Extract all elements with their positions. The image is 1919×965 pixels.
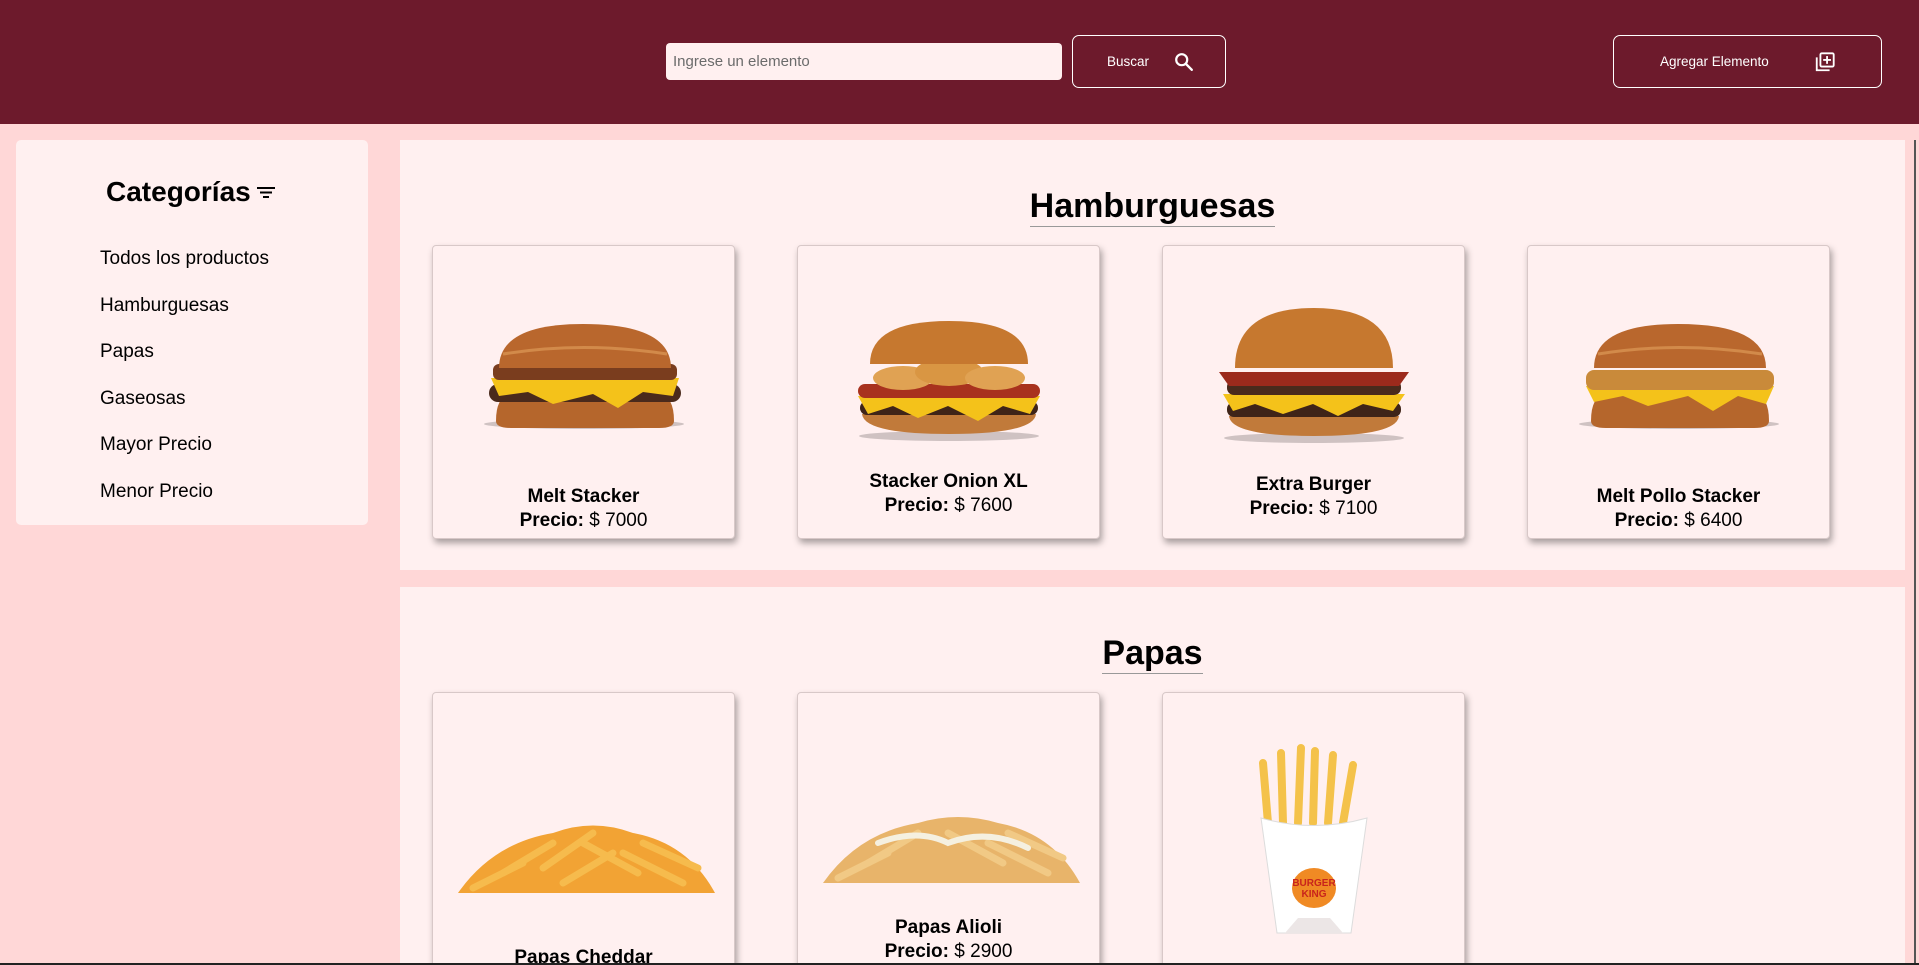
- product-card-melt-pollo-stacker[interactable]: Melt Pollo Stacker Precio: $ 6400: [1527, 245, 1830, 539]
- product-name: Melt Pollo Stacker: [1596, 486, 1761, 507]
- section-papas: Papas Papas Cheddar Papas Alioli Precio:…: [400, 587, 1905, 965]
- search-icon: [1173, 51, 1195, 73]
- product-card-extra-burger[interactable]: Extra Burger Precio: $ 7100: [1162, 245, 1465, 539]
- product-card-papas-cheddar[interactable]: Papas Cheddar: [432, 692, 735, 965]
- product-name: Melt Stacker: [527, 486, 640, 507]
- section-title-papas: Papas: [1102, 634, 1203, 674]
- categories-sidebar: Categorías Todos los productos Hamburgue…: [16, 140, 368, 525]
- product-price: Precio: $ 2900: [884, 941, 1013, 962]
- product-price: Precio: $ 7600: [884, 495, 1013, 516]
- product-card-stacker-onion-xl[interactable]: Stacker Onion XL Precio: $ 7600: [797, 245, 1100, 539]
- category-item-mayor-precio[interactable]: Mayor Precio: [100, 431, 269, 478]
- search-button[interactable]: Buscar: [1072, 35, 1226, 88]
- add-element-label: Agregar Elemento: [1660, 54, 1769, 69]
- add-element-button[interactable]: Agregar Elemento: [1613, 35, 1882, 88]
- search-button-label: Buscar: [1107, 54, 1150, 69]
- product-name: Stacker Onion XL: [869, 471, 1028, 492]
- filter-icon[interactable]: [255, 183, 277, 201]
- add-box-icon: [1814, 51, 1836, 73]
- category-list: Todos los productos Hamburguesas Papas G…: [100, 245, 269, 524]
- product-price: Precio: $ 7000: [519, 510, 648, 531]
- fries-box-image: BURGER KING: [1259, 744, 1368, 934]
- scrollbar-track[interactable]: [1914, 140, 1916, 965]
- product-card-melt-stacker[interactable]: Melt Stacker Precio: $ 7000: [432, 245, 735, 539]
- product-name: Papas Alioli: [895, 917, 1002, 938]
- category-item-all[interactable]: Todos los productos: [100, 245, 269, 292]
- product-price: Precio: $ 6400: [1614, 510, 1743, 531]
- category-item-menor-precio[interactable]: Menor Precio: [100, 478, 269, 525]
- product-card-papas-box[interactable]: BURGER KING: [1162, 692, 1465, 965]
- categories-heading: Categorías: [106, 176, 277, 208]
- category-item-hamburguesas[interactable]: Hamburguesas: [100, 292, 269, 339]
- papas-cheddar-image: [458, 825, 715, 893]
- section-hamburguesas: Hamburguesas Melt Stacker Precio: $ 7000…: [400, 140, 1905, 570]
- search-input[interactable]: [666, 43, 1062, 80]
- product-name: Extra Burger: [1255, 474, 1372, 495]
- category-item-papas[interactable]: Papas: [100, 338, 269, 385]
- section-title-hamburguesas: Hamburguesas: [1029, 187, 1276, 227]
- categories-title: Categorías: [106, 176, 251, 207]
- burger-king-logo-text: BURGER: [1292, 878, 1336, 889]
- category-item-gaseosas[interactable]: Gaseosas: [100, 385, 269, 432]
- product-card-papas-alioli[interactable]: Papas Alioli Precio: $ 2900: [797, 692, 1100, 965]
- product-price: Precio: $ 7100: [1249, 498, 1378, 519]
- svg-text:KING: KING: [1302, 889, 1327, 900]
- top-bar: Buscar Agregar Elemento: [0, 0, 1919, 124]
